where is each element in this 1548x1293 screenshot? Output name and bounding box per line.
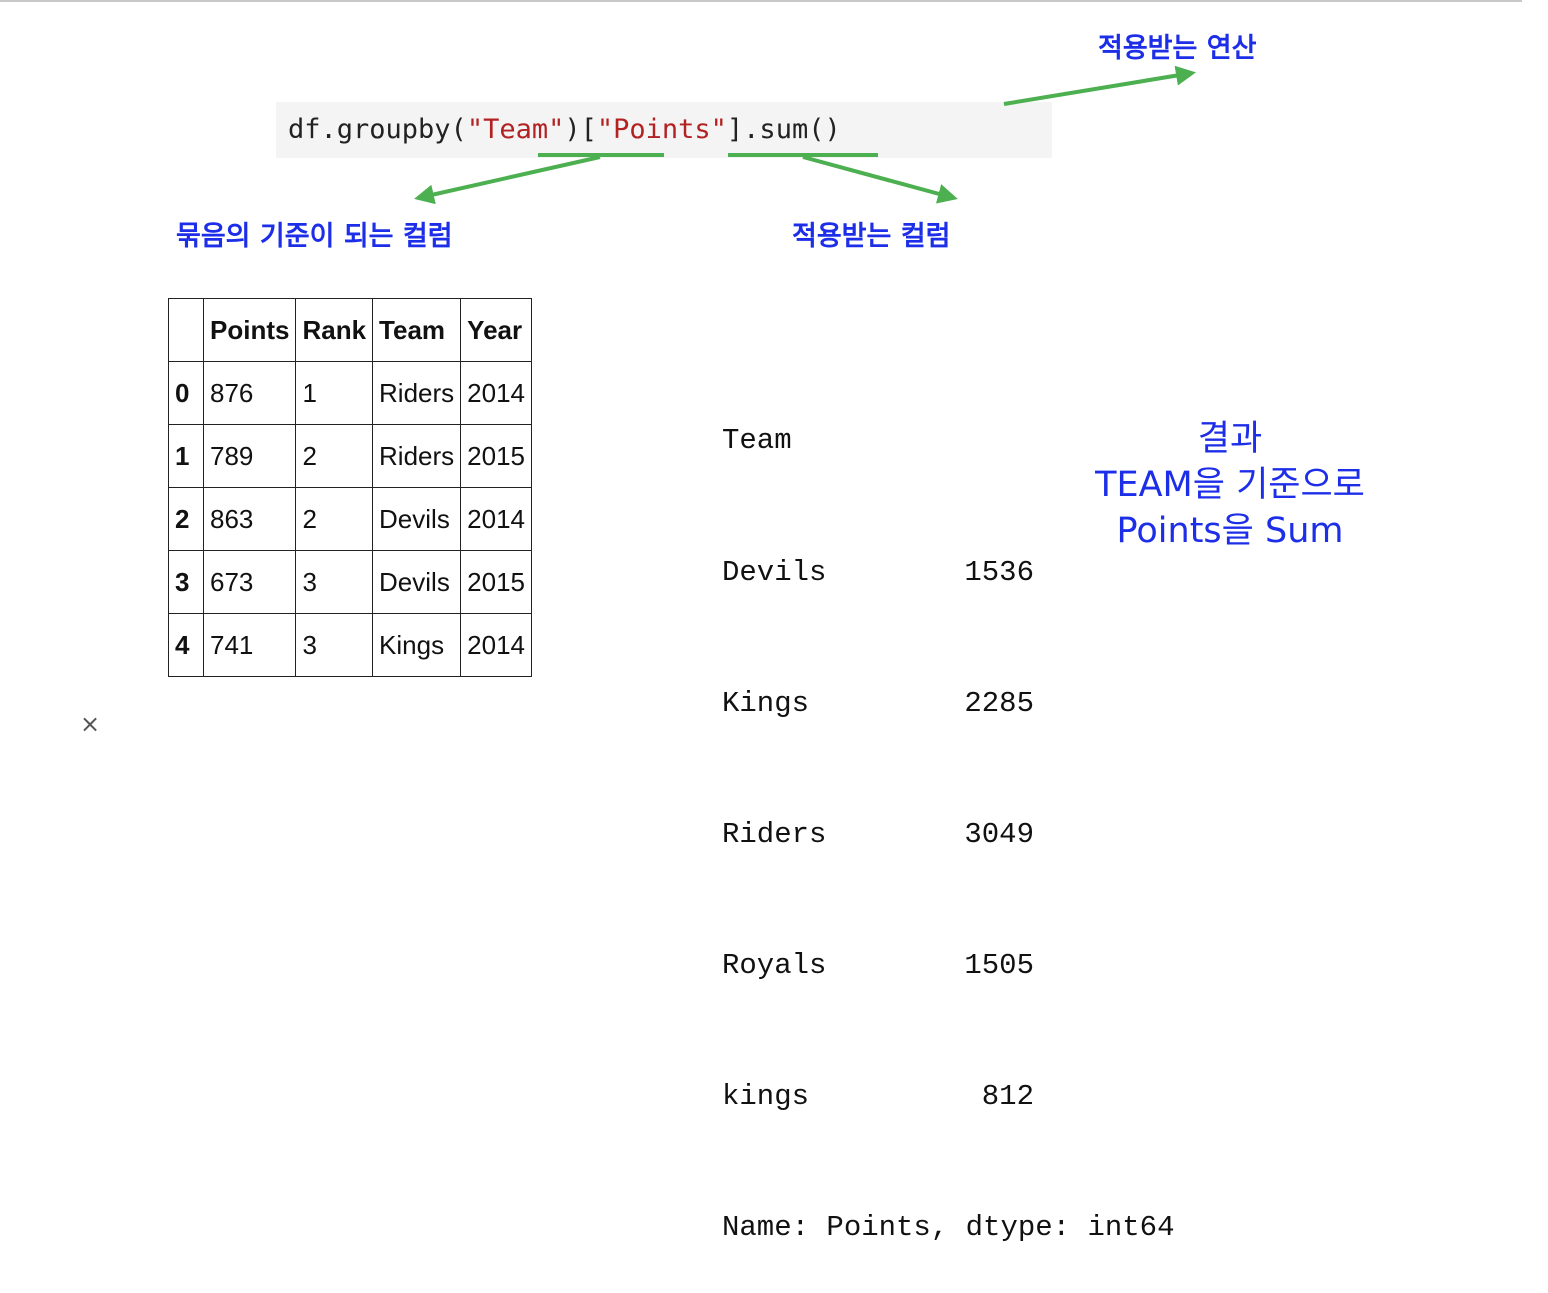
output-row: Devils 1536 [722, 551, 1174, 595]
row-index: 0 [168, 361, 204, 425]
annotation-operation: 적용받는 연산 [1098, 33, 1257, 64]
cell-points: 741 [202, 613, 297, 677]
output-row: kings 812 [722, 1075, 1174, 1119]
output-row: Kings 2285 [722, 682, 1174, 726]
cell-points: 673 [202, 550, 297, 614]
output-key: kings [722, 1079, 810, 1113]
annotation-applied-column: 적용받는 컬럼 [792, 221, 951, 252]
arrow-applied-column [802, 155, 958, 204]
output-key: Kings [722, 686, 810, 720]
output-row: Riders 3049 [722, 813, 1174, 857]
annotation-group-basis: 묶음의 기준이 되는 컬럼 [176, 221, 453, 252]
table-row: 1 789 2 Riders 2015 [168, 424, 533, 488]
cell-team: Riders [372, 361, 462, 425]
result-line-3: Points을 Sum [1116, 511, 1344, 551]
cell-year: 2015 [460, 424, 533, 488]
cell-year: 2014 [460, 361, 533, 425]
arrow-group-basis [414, 155, 601, 205]
dataframe-table: Points Rank Team Year 0 876 1 Riders 201… [168, 298, 533, 677]
output-key: Royals [722, 948, 827, 982]
cell-rank: 2 [295, 487, 374, 551]
result-note: 결과 TEAM을 기준으로 Points을 Sum [1062, 416, 1398, 554]
cell-year: 2015 [460, 550, 533, 614]
header-team: Team [372, 298, 462, 362]
output-value: 2285 [964, 686, 1034, 720]
output-footer: Name: Points, dtype: int64 [722, 1211, 1175, 1245]
header-index [168, 298, 204, 362]
output-value: 3049 [964, 817, 1034, 851]
output-key: Riders [722, 817, 827, 851]
cell-team: Riders [372, 424, 462, 488]
output-value: 1536 [964, 555, 1034, 589]
close-icon[interactable]: × [80, 712, 100, 736]
table-row: 3 673 3 Devils 2015 [168, 550, 533, 614]
row-index: 3 [168, 550, 204, 614]
row-index: 4 [168, 613, 204, 677]
table-row: 0 876 1 Riders 2014 [168, 361, 533, 425]
output-row: Royals 1505 [722, 944, 1174, 988]
header-year: Year [460, 298, 533, 362]
cell-rank: 3 [295, 550, 374, 614]
row-index: 1 [168, 424, 204, 488]
cell-team: Devils [372, 487, 462, 551]
result-line-2: TEAM을 기준으로 [1095, 465, 1365, 505]
header-rank: Rank [295, 298, 374, 362]
cell-points: 863 [202, 487, 297, 551]
cell-points: 876 [202, 361, 297, 425]
cell-rank: 2 [295, 424, 374, 488]
cell-team: Devils [372, 550, 462, 614]
cell-rank: 3 [295, 613, 374, 677]
table-row: 4 741 3 Kings 2014 [168, 613, 533, 677]
cell-year: 2014 [460, 487, 533, 551]
table-row: 2 863 2 Devils 2014 [168, 487, 533, 551]
cell-year: 2014 [460, 613, 533, 677]
row-index: 2 [168, 487, 204, 551]
arrow-operation [1003, 65, 1196, 106]
output-value: 812 [981, 1079, 1034, 1113]
cell-rank: 1 [295, 361, 374, 425]
cell-team: Kings [372, 613, 462, 677]
cell-points: 789 [202, 424, 297, 488]
header-points: Points [202, 298, 297, 362]
table-header-row: Points Rank Team Year [168, 298, 533, 362]
result-title: 결과 [1197, 419, 1263, 459]
output-value: 1505 [964, 948, 1034, 982]
output-key: Devils [722, 555, 827, 589]
